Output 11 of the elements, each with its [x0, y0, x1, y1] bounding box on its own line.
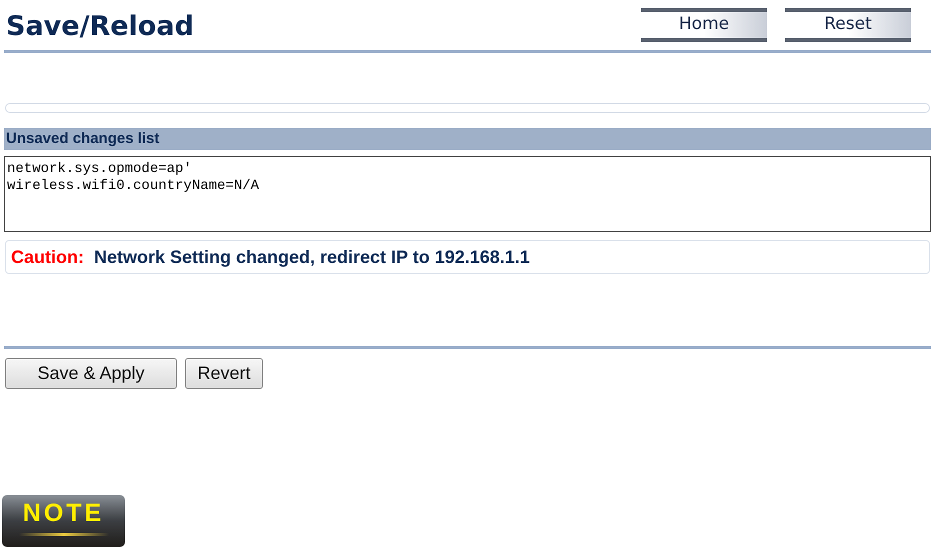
- change-line: network.sys.opmode=ap': [7, 161, 192, 178]
- action-button[interactable]: Revert: [185, 358, 263, 389]
- nav-button[interactable]: Reset: [785, 8, 911, 42]
- caution-message: Network Setting changed, redirect IP to 192.168.1.1: [94, 246, 530, 269]
- panel-title: Unsaved changes list: [6, 128, 160, 149]
- caution-label: Caution:: [11, 246, 84, 268]
- page-title: Save/Reload: [6, 10, 194, 44]
- change-line: wireless.wifi0.countryName=N/A: [7, 178, 260, 195]
- note-badge: NOTE: [2, 495, 125, 547]
- nav-button[interactable]: Home: [641, 8, 767, 42]
- action-button[interactable]: Save & Apply: [5, 358, 177, 389]
